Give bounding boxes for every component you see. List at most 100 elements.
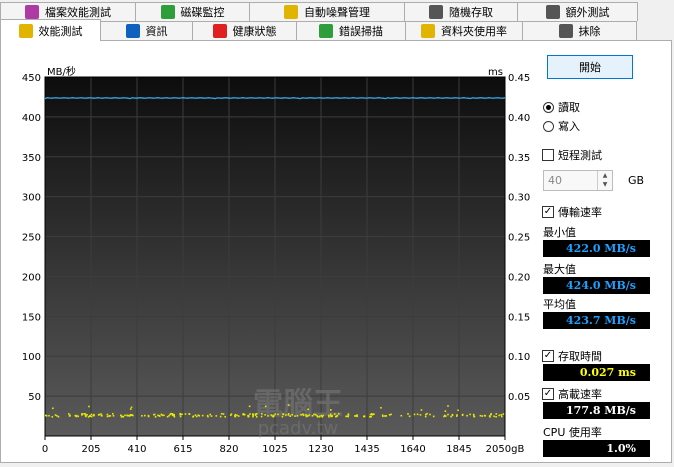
read-radio-dot[interactable]	[543, 101, 554, 113]
transfer-rate-box[interactable]: ✓	[542, 206, 554, 218]
chart-svg: 0 205 410 615 820 1025 1230 1435 1640 1845 2050gB 5…	[22, 65, 530, 455]
min-value: 422.0 MB/s	[543, 240, 650, 257]
access-time-point	[209, 413, 211, 416]
x-tick-label: 1435	[354, 444, 379, 455]
access-time-point	[237, 415, 240, 417]
access-time-point	[248, 405, 251, 408]
transfer-rate-checkbox[interactable]: ✓ 傳輸速率	[542, 204, 602, 220]
access-time-point	[329, 414, 332, 416]
short-test-checkbox[interactable]: 短程測試	[542, 147, 602, 163]
burst-rate-checkbox[interactable]: ✓ 高載速率	[542, 386, 602, 402]
tab-top-2[interactable]: 自動噪聲管理	[249, 2, 405, 21]
access-time-point	[346, 415, 348, 417]
info-icon	[125, 24, 140, 38]
read-radio[interactable]: 讀取	[543, 99, 580, 115]
access-time-point	[166, 415, 169, 418]
access-time-point	[416, 413, 419, 416]
access-time-checkbox[interactable]: ✓ 存取時間	[542, 348, 602, 364]
access-time-point	[171, 414, 174, 417]
tab-bottom-2[interactable]: 健康狀態	[192, 21, 297, 40]
access-time-point	[180, 413, 183, 416]
access-time-point	[490, 413, 492, 416]
access-time-point	[501, 415, 503, 418]
access-time-point	[168, 414, 170, 417]
access-time-point	[158, 414, 160, 417]
tab-bottom-5[interactable]: 抹除	[522, 21, 637, 40]
access-time-label: 存取時間	[558, 350, 602, 363]
access-time-point	[51, 416, 54, 418]
x-tick-label: 1230	[308, 444, 333, 455]
tab-bottom-0[interactable]: 效能測試	[0, 19, 101, 41]
y-left-tick-label: 100	[22, 352, 41, 363]
tab-row-bottom: 效能測試 資訊 健康狀態 錯誤掃描 資料夾使用率 抹除	[0, 19, 674, 41]
speaker-icon	[284, 5, 298, 19]
y-right-tick-label: 0.30	[508, 193, 530, 204]
stepper-arrows[interactable]: ▲ ▼	[597, 171, 612, 190]
access-time-point	[108, 415, 110, 417]
cpu-usage-value: 1.0%	[543, 440, 650, 457]
short-test-box[interactable]	[542, 149, 554, 161]
short-test-size-stepper[interactable]: 40 ▲ ▼	[543, 170, 613, 191]
access-time-point	[173, 413, 175, 416]
access-time-point	[281, 415, 284, 418]
access-time-point	[296, 415, 299, 417]
access-time-point	[489, 416, 491, 418]
random-access-icon	[429, 5, 443, 19]
y-left-tick-label: 350	[22, 153, 41, 164]
transfer-rate-label: 傳輸速率	[558, 206, 602, 219]
access-time-point	[450, 415, 452, 418]
access-time-point	[100, 413, 102, 415]
tab-label: 磁碟監控	[180, 6, 225, 19]
access-time-point	[45, 415, 48, 417]
access-time-point	[144, 414, 146, 417]
access-time-point	[400, 414, 403, 417]
tab-top-3[interactable]: 隨機存取	[404, 2, 518, 21]
max-value: 424.0 MB/s	[543, 277, 650, 294]
access-time-point	[52, 407, 54, 410]
access-time-point	[230, 413, 233, 415]
access-time-point	[305, 414, 307, 416]
access-time-point	[356, 414, 358, 416]
x-tick-label: 205	[81, 444, 100, 455]
access-time-point	[390, 413, 392, 416]
access-time-point	[447, 413, 449, 416]
access-time-value: 0.027 ms	[543, 364, 650, 381]
tab-bottom-4[interactable]: 資料夾使用率	[405, 21, 523, 40]
access-time-point	[444, 414, 446, 417]
access-time-point	[500, 414, 503, 416]
access-time-point	[495, 416, 497, 418]
write-radio-dot[interactable]	[543, 120, 554, 132]
access-time-point	[461, 413, 464, 416]
tab-top-1[interactable]: 磁碟監控	[135, 2, 250, 21]
access-time-point	[210, 415, 213, 417]
write-radio-label: 寫入	[558, 120, 580, 133]
access-time-point	[385, 415, 387, 417]
access-time-point	[161, 414, 164, 417]
y-right-tick-label: 0.45	[508, 73, 530, 84]
access-time-point	[129, 415, 131, 417]
access-time-point	[498, 414, 500, 417]
write-radio[interactable]: 寫入	[543, 118, 580, 134]
access-time-point	[234, 413, 237, 416]
access-time-point	[98, 413, 101, 416]
access-time-point	[224, 416, 226, 418]
start-button[interactable]: 開始	[547, 55, 633, 79]
burst-rate-box[interactable]: ✓	[542, 388, 554, 400]
x-tick-label: 615	[173, 444, 192, 455]
min-label: 最小值	[543, 226, 576, 239]
tab-bottom-1[interactable]: 資訊	[100, 21, 193, 40]
tab-bottom-3[interactable]: 錯誤掃描	[296, 21, 406, 40]
access-time-point	[291, 413, 293, 416]
access-time-point	[129, 408, 132, 410]
access-time-point	[274, 413, 277, 415]
tab-top-4[interactable]: 額外測試	[517, 2, 638, 21]
access-time-point	[90, 413, 93, 416]
access-time-point	[249, 413, 251, 415]
access-time-point	[126, 414, 128, 417]
y-left-tick-label: 250	[22, 233, 41, 244]
tab-label: 檔案效能測試	[45, 6, 111, 19]
access-time-box[interactable]: ✓	[542, 350, 554, 362]
tab-label: 錯誤掃描	[339, 25, 383, 38]
access-time-point	[483, 414, 486, 417]
access-time-point	[302, 413, 304, 416]
